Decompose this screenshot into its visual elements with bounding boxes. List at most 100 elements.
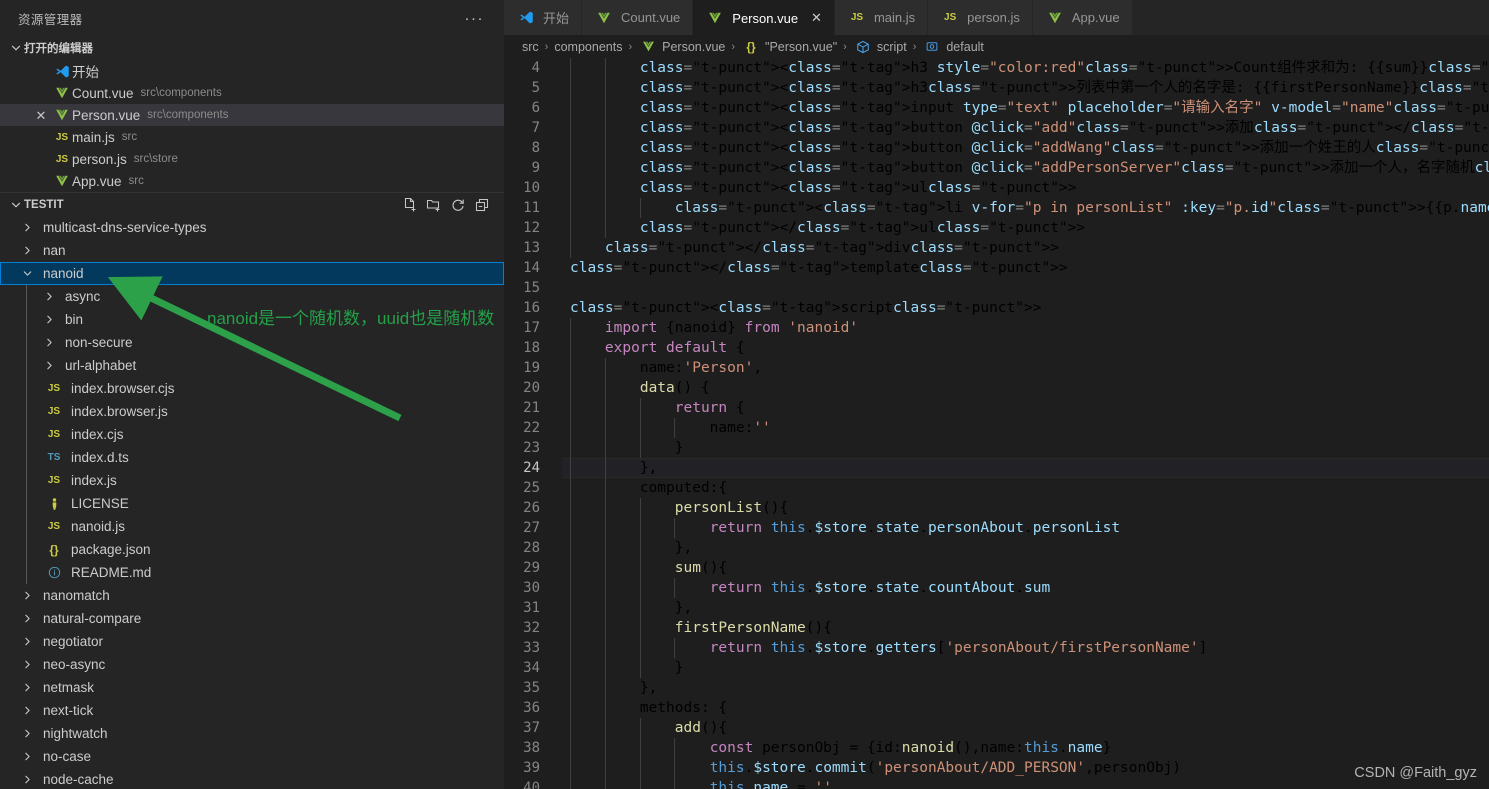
code-line[interactable]: 8 class="t-punct"><class="t-tag">button … bbox=[504, 138, 1489, 158]
editor-tab[interactable]: 开始 bbox=[504, 0, 583, 35]
code-line[interactable]: 19 name:'Person', bbox=[504, 358, 1489, 378]
tree-row[interactable]: README.md bbox=[0, 561, 504, 584]
chevron-right-icon[interactable] bbox=[18, 221, 36, 234]
open-editor-item[interactable]: App.vue src bbox=[0, 170, 504, 192]
tree-row[interactable]: netmask bbox=[0, 676, 504, 699]
breadcrumb-item[interactable]: {} "Person.vue" bbox=[741, 40, 837, 54]
collapse-all-icon[interactable] bbox=[472, 195, 492, 215]
tree-row[interactable]: url-alphabet bbox=[0, 354, 504, 377]
chevron-right-icon[interactable] bbox=[18, 635, 36, 648]
code-line[interactable]: 14 class="t-punct"></class="t-tag">templa… bbox=[504, 258, 1489, 278]
open-editor-item[interactable]: JS person.js src\store bbox=[0, 148, 504, 170]
tree-row[interactable]: non-secure bbox=[0, 331, 504, 354]
code-line[interactable]: 18 export default { bbox=[504, 338, 1489, 358]
code-line[interactable]: 5 class="t-punct"><class="t-tag">h3class… bbox=[504, 78, 1489, 98]
chevron-right-icon[interactable] bbox=[18, 750, 36, 763]
new-file-icon[interactable] bbox=[400, 195, 420, 215]
new-folder-icon[interactable] bbox=[424, 195, 444, 215]
breadcrumb-item[interactable]: default bbox=[922, 40, 984, 54]
tree-row[interactable]: JS nanoid.js bbox=[0, 515, 504, 538]
code-line[interactable]: 39 this.$store.commit('personAbout/ADD_P… bbox=[504, 758, 1489, 778]
tree-row[interactable]: multicast-dns-service-types bbox=[0, 216, 504, 239]
open-editor-item[interactable]: JS main.js src bbox=[0, 126, 504, 148]
code-line[interactable]: 31 }, bbox=[504, 598, 1489, 618]
open-editor-item[interactable]: Count.vue src\components bbox=[0, 82, 504, 104]
breadcrumb-item[interactable]: components bbox=[554, 40, 622, 54]
code-line[interactable]: 6 class="t-punct"><class="t-tag">input t… bbox=[504, 98, 1489, 118]
chevron-right-icon[interactable] bbox=[18, 704, 36, 717]
tree-row[interactable]: negotiator bbox=[0, 630, 504, 653]
chevron-right-icon[interactable] bbox=[18, 612, 36, 625]
code-line[interactable]: 17 import {nanoid} from 'nanoid' bbox=[504, 318, 1489, 338]
tree-row[interactable]: nightwatch bbox=[0, 722, 504, 745]
open-editors-header[interactable]: 打开的编辑器 bbox=[0, 36, 504, 60]
code-line[interactable]: 7 class="t-punct"><class="t-tag">button … bbox=[504, 118, 1489, 138]
tree-row[interactable]: async bbox=[0, 285, 504, 308]
code-line[interactable]: 10 class="t-punct"><class="t-tag">ulclas… bbox=[504, 178, 1489, 198]
editor-tab[interactable]: Person.vue ✕ bbox=[693, 0, 835, 35]
open-editor-item[interactable]: ✕ Person.vue src\components bbox=[0, 104, 504, 126]
code-line[interactable]: 27 return this.$store.state.personAbout.… bbox=[504, 518, 1489, 538]
code-line[interactable]: 22 name:'' bbox=[504, 418, 1489, 438]
more-actions-icon[interactable]: ··· bbox=[459, 11, 491, 26]
code-line[interactable]: 25 computed:{ bbox=[504, 478, 1489, 498]
tree-row[interactable]: {} package.json bbox=[0, 538, 504, 561]
chevron-right-icon[interactable] bbox=[18, 681, 36, 694]
breadcrumb-item[interactable]: script bbox=[853, 40, 907, 54]
tree-row-selected[interactable]: nanoid bbox=[0, 262, 504, 285]
workspace-folder-header[interactable]: TESTIT bbox=[0, 192, 504, 216]
chevron-right-icon[interactable] bbox=[18, 658, 36, 671]
code-line[interactable]: 9 class="t-punct"><class="t-tag">button … bbox=[504, 158, 1489, 178]
code-line[interactable]: 38 const personObj = {id:nanoid(),name:t… bbox=[504, 738, 1489, 758]
tree-row[interactable]: bin bbox=[0, 308, 504, 331]
tree-row[interactable]: neo-async bbox=[0, 653, 504, 676]
code-line[interactable]: 35 }, bbox=[504, 678, 1489, 698]
code-editor[interactable]: 4 class="t-punct"><class="t-tag">h3 styl… bbox=[504, 58, 1489, 789]
code-line[interactable]: 13 class="t-punct"></class="t-tag">divcl… bbox=[504, 238, 1489, 258]
close-icon[interactable]: ✕ bbox=[30, 109, 52, 122]
code-line[interactable]: 12 class="t-punct"></class="t-tag">ulcla… bbox=[504, 218, 1489, 238]
code-line[interactable]: 23 } bbox=[504, 438, 1489, 458]
code-line[interactable]: 15 bbox=[504, 278, 1489, 298]
editor-tab[interactable]: JS person.js bbox=[928, 0, 1033, 35]
chevron-right-icon[interactable] bbox=[40, 313, 58, 326]
code-line[interactable]: 32 firstPersonName(){ bbox=[504, 618, 1489, 638]
code-line[interactable]: 16 class="t-punct"><class="t-tag">scriptc… bbox=[504, 298, 1489, 318]
tree-row[interactable]: JS index.js bbox=[0, 469, 504, 492]
chevron-right-icon[interactable] bbox=[18, 727, 36, 740]
chevron-right-icon[interactable] bbox=[40, 359, 58, 372]
tree-row[interactable]: natural-compare bbox=[0, 607, 504, 630]
chevron-right-icon[interactable] bbox=[18, 589, 36, 602]
open-editor-item[interactable]: 开始 bbox=[0, 60, 504, 82]
code-line[interactable]: 40 this.name = '' bbox=[504, 778, 1489, 789]
code-line[interactable]: 37 add(){ bbox=[504, 718, 1489, 738]
editor-tab[interactable]: JS main.js bbox=[834, 0, 929, 35]
code-line[interactable]: 4 class="t-punct"><class="t-tag">h3 styl… bbox=[504, 58, 1489, 78]
chevron-down-icon[interactable] bbox=[18, 267, 36, 280]
tree-row[interactable]: node-cache bbox=[0, 768, 504, 789]
tree-row[interactable]: TS index.d.ts bbox=[0, 446, 504, 469]
tree-row[interactable]: no-case bbox=[0, 745, 504, 768]
code-line[interactable]: 24 }, bbox=[504, 458, 1489, 478]
code-line[interactable]: 28 }, bbox=[504, 538, 1489, 558]
breadcrumb-item[interactable]: Person.vue bbox=[638, 40, 725, 54]
tree-row[interactable]: JS index.cjs bbox=[0, 423, 504, 446]
code-line[interactable]: 21 return { bbox=[504, 398, 1489, 418]
code-line[interactable]: 36 methods: { bbox=[504, 698, 1489, 718]
tree-row[interactable]: LICENSE bbox=[0, 492, 504, 515]
code-line[interactable]: 26 personList(){ bbox=[504, 498, 1489, 518]
tree-row[interactable]: JS index.browser.js bbox=[0, 400, 504, 423]
code-line[interactable]: 20 data() { bbox=[504, 378, 1489, 398]
code-line[interactable]: 29 sum(){ bbox=[504, 558, 1489, 578]
chevron-right-icon[interactable] bbox=[18, 244, 36, 257]
refresh-icon[interactable] bbox=[448, 195, 468, 215]
code-line[interactable]: 11 class="t-punct"><class="t-tag">li v-f… bbox=[504, 198, 1489, 218]
code-line[interactable]: 34 } bbox=[504, 658, 1489, 678]
editor-tab[interactable]: Count.vue bbox=[582, 0, 694, 35]
tree-row[interactable]: nan bbox=[0, 239, 504, 262]
code-line[interactable]: 33 return this.$store.getters['personAbo… bbox=[504, 638, 1489, 658]
breadcrumb-item[interactable]: src bbox=[522, 40, 539, 54]
code-line[interactable]: 30 return this.$store.state.countAbout.s… bbox=[504, 578, 1489, 598]
tree-row[interactable]: next-tick bbox=[0, 699, 504, 722]
chevron-right-icon[interactable] bbox=[40, 336, 58, 349]
